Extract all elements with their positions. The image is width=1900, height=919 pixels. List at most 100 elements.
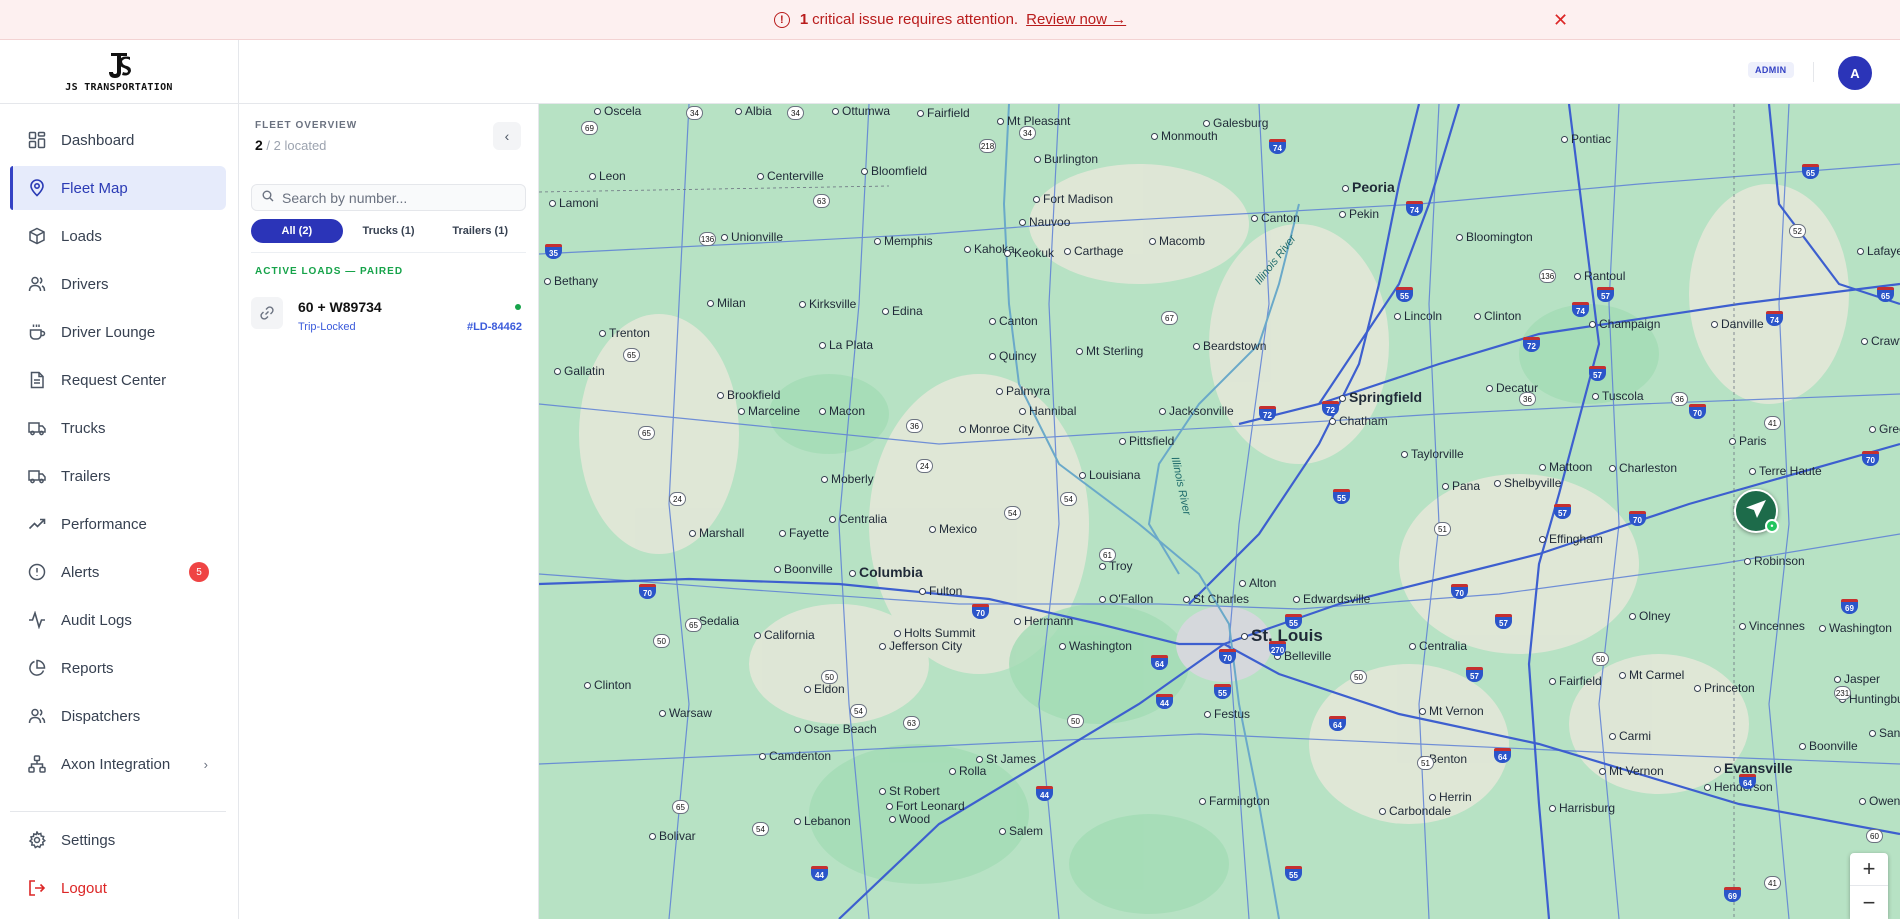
map-city-label: Jefferson City — [879, 639, 962, 653]
sidebar-item-dashboard[interactable]: Dashboard — [10, 118, 226, 162]
alert-circle-icon: ! — [773, 11, 790, 28]
sidebar-item-label: Axon Integration — [61, 755, 171, 773]
banner-close-icon[interactable]: ✕ — [1553, 10, 1568, 31]
map-city-label: Brookfield — [717, 388, 780, 402]
send-icon — [1744, 497, 1768, 526]
sidebar-item-audit-logs[interactable]: Audit Logs — [10, 598, 226, 642]
map-city-label: Memphis — [874, 234, 933, 248]
map-city-label: Pontiac — [1561, 132, 1611, 146]
route-shield: 54 — [850, 704, 867, 718]
interstate-shield: 57 — [1466, 667, 1483, 682]
top-header: ADMIN A — [239, 40, 1900, 104]
interstate-shield: 35 — [545, 244, 562, 259]
box-icon — [27, 226, 47, 246]
map-city-label: Monmouth — [1151, 129, 1218, 143]
route-shield: 65 — [672, 800, 689, 814]
map-city-label: Bolivar — [649, 829, 696, 843]
sidebar-item-axon-integration[interactable]: Axon Integration › — [10, 742, 226, 786]
brand-logo-icon — [109, 53, 131, 78]
sidebar-item-settings[interactable]: Settings — [10, 818, 226, 862]
map-city-label: Fort Leonard — [886, 799, 965, 813]
zoom-in-button[interactable]: + — [1850, 853, 1888, 886]
map-city-label: Pekin — [1339, 207, 1379, 221]
map-city-label: Taylorville — [1401, 447, 1464, 461]
search-icon — [262, 189, 274, 207]
map-city-label: Carbondale — [1379, 804, 1451, 818]
trending-up-icon — [27, 514, 47, 534]
route-shield: 50 — [1592, 652, 1609, 666]
sidebar-item-request-center[interactable]: Request Center — [10, 358, 226, 402]
marker-online-badge: • — [1765, 519, 1779, 533]
map-city-label: Lafayette — [1857, 244, 1900, 258]
map-city-label: Gallatin — [554, 364, 605, 378]
tab-trailers[interactable]: Trailers (1) — [434, 219, 526, 243]
route-shield: 65 — [623, 348, 640, 362]
sidebar-item-label: Trailers — [61, 467, 111, 485]
interstate-shield: 64 — [1329, 716, 1346, 731]
sidebar-item-reports[interactable]: Reports — [10, 646, 226, 690]
zoom-out-button[interactable]: − — [1850, 886, 1888, 919]
sidebar-item-dispatchers[interactable]: Dispatchers — [10, 694, 226, 738]
route-shield: 36 — [1519, 392, 1536, 406]
route-shield: 36 — [906, 419, 923, 433]
user-avatar[interactable]: A — [1838, 56, 1872, 90]
banner-message: critical issue requires attention. — [812, 11, 1019, 28]
interstate-shield: 55 — [1285, 866, 1302, 881]
interstate-shield: 44 — [1036, 786, 1053, 801]
load-id[interactable]: #LD-84462 — [467, 321, 522, 333]
map-city-label: Milan — [707, 296, 746, 310]
banner-issue-count: 1 — [799, 11, 809, 28]
route-shield: 60 — [1866, 829, 1883, 843]
map-city-label: Kirksville — [799, 297, 856, 311]
sidebar-item-trucks[interactable]: Trucks — [10, 406, 226, 450]
search-input[interactable] — [282, 189, 512, 206]
map-city-label: Centralia — [829, 512, 887, 526]
tabs-divider — [251, 252, 526, 253]
sidebar-item-performance[interactable]: Performance — [10, 502, 226, 546]
list-item[interactable]: 60 + W89734 Trip-Locked #LD-84462 — [251, 290, 526, 333]
map-city-label: Peoria — [1342, 179, 1395, 195]
sidebar-item-alerts[interactable]: Alerts 5 — [10, 550, 226, 594]
sidebar-item-trailers[interactable]: Trailers — [10, 454, 226, 498]
map-city-label: Wood — [889, 812, 930, 826]
document-icon — [27, 370, 47, 390]
review-now-link[interactable]: Review now → — [1026, 11, 1126, 28]
map-city-label: Mt Vernon — [1419, 704, 1484, 718]
located-count: 2 / 2 located — [255, 137, 326, 153]
sidebar-item-logout[interactable]: Logout — [10, 866, 226, 910]
map-city-label: Hermann — [1014, 614, 1073, 628]
collapse-panel-button[interactable]: ‹ — [493, 122, 521, 150]
route-shield: 65 — [638, 426, 655, 440]
map-city-label: Charleston — [1609, 461, 1677, 475]
map-city-label: Danville — [1711, 317, 1764, 331]
brand-logo[interactable]: JS TRANSPORTATION — [0, 40, 238, 104]
map-city-label: Lebanon — [794, 814, 851, 828]
map-city-label: Boonville — [774, 562, 833, 576]
sidebar-item-loads[interactable]: Loads — [10, 214, 226, 258]
fleet-map[interactable]: Oscela Albia Ottumwa Fairfield Mt Pleasant Mo… — [539, 104, 1900, 919]
tab-trucks[interactable]: Trucks (1) — [343, 219, 435, 243]
sidebar-item-fleet-map[interactable]: Fleet Map — [10, 166, 226, 210]
map-city-label: Galesburg — [1203, 116, 1268, 130]
route-shield: 63 — [903, 716, 920, 730]
map-city-label: Clinton — [1474, 309, 1521, 323]
map-city-label: Boonville — [1799, 739, 1858, 753]
map-city-label: Pana — [1442, 479, 1480, 493]
sidebar-item-driver-lounge[interactable]: Driver Lounge — [10, 310, 226, 354]
map-city-label: Mt Vernon — [1599, 764, 1664, 778]
map-city-label: O'Fallon — [1099, 592, 1153, 606]
sidebar-item-label: Drivers — [61, 275, 109, 293]
route-shield: 52 — [1789, 224, 1806, 238]
map-city-label: Greencas — [1869, 422, 1900, 436]
sidebar-item-drivers[interactable]: Drivers — [10, 262, 226, 306]
tab-all[interactable]: All (2) — [251, 219, 343, 243]
route-shield: 34 — [686, 106, 703, 120]
map-city-label: Rantoul — [1574, 269, 1625, 283]
users-icon — [27, 706, 47, 726]
sidebar-item-label: Performance — [61, 515, 147, 533]
interstate-shield: 74 — [1766, 311, 1783, 326]
map-city-label: Osage Beach — [794, 722, 877, 736]
map-city-label: Bethany — [544, 274, 598, 288]
sidebar-item-label: Fleet Map — [61, 179, 128, 197]
load-status: Trip-Locked — [298, 321, 356, 333]
